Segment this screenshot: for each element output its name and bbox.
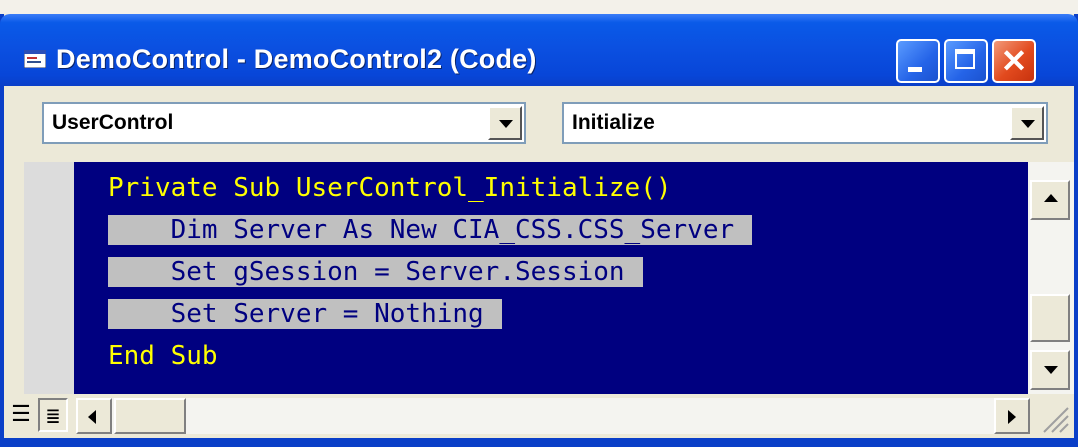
minimize-button[interactable] bbox=[896, 39, 940, 83]
procedure-combo[interactable]: Initialize bbox=[562, 102, 1048, 144]
procedure-view-icon: ☰ bbox=[11, 402, 31, 427]
code-line[interactable]: End Sub bbox=[108, 336, 218, 376]
vertical-scrollbar[interactable] bbox=[1028, 162, 1074, 394]
arrow-up-icon bbox=[1044, 194, 1058, 202]
maximize-icon bbox=[955, 49, 975, 69]
object-combo[interactable]: UserControl bbox=[42, 102, 526, 144]
bottom-bar: ☰ ≣ bbox=[4, 394, 1074, 438]
maximize-button[interactable] bbox=[944, 39, 988, 83]
procedure-view-button[interactable]: ☰ bbox=[6, 398, 36, 432]
arrow-left-icon bbox=[88, 410, 96, 424]
close-icon: ✕ bbox=[1000, 43, 1028, 79]
scroll-left-button[interactable] bbox=[76, 398, 112, 434]
top-strip bbox=[0, 0, 1078, 14]
full-module-view-button[interactable]: ≣ bbox=[38, 398, 68, 432]
vertical-scroll-thumb[interactable] bbox=[1030, 294, 1070, 342]
scroll-down-button[interactable] bbox=[1030, 350, 1070, 390]
arrow-down-icon bbox=[1044, 366, 1058, 374]
code-line[interactable]: Private Sub UserControl_Initialize() bbox=[108, 168, 672, 208]
selected-text: Set Server = Nothing bbox=[108, 299, 502, 329]
minimize-icon bbox=[908, 67, 922, 72]
object-combo-dropdown-button[interactable] bbox=[488, 106, 522, 140]
selected-text: Dim Server As New CIA_CSS.CSS_Server bbox=[108, 215, 753, 245]
scroll-up-button[interactable] bbox=[1030, 180, 1070, 220]
full-module-view-icon: ≣ bbox=[46, 404, 60, 429]
window-bottom-border bbox=[0, 438, 1078, 447]
chevron-down-icon bbox=[1021, 120, 1035, 128]
code-window-icon bbox=[24, 50, 46, 68]
title-bar[interactable]: DemoControl - DemoControl2 (Code) ✕ bbox=[0, 14, 1078, 86]
scroll-right-button[interactable] bbox=[994, 398, 1030, 434]
window-title: DemoControl - DemoControl2 (Code) bbox=[56, 44, 537, 74]
arrow-right-icon bbox=[1008, 410, 1016, 424]
selected-text: Set gSession = Server.Session bbox=[108, 257, 643, 287]
horizontal-scrollbar[interactable] bbox=[76, 398, 1030, 434]
chevron-down-icon bbox=[499, 120, 513, 128]
object-combo-value: UserControl bbox=[52, 111, 174, 134]
procedure-combo-dropdown-button[interactable] bbox=[1010, 106, 1044, 140]
code-line-selected[interactable]: Dim Server As New CIA_CSS.CSS_Server bbox=[108, 210, 753, 250]
code-line-selected[interactable]: Set gSession = Server.Session bbox=[108, 252, 643, 292]
horizontal-scroll-thumb[interactable] bbox=[114, 398, 186, 434]
close-button[interactable]: ✕ bbox=[992, 39, 1036, 83]
resize-grip-icon[interactable] bbox=[1034, 398, 1070, 434]
code-line-selected[interactable]: Set Server = Nothing bbox=[108, 294, 502, 334]
procedure-combo-value: Initialize bbox=[572, 111, 655, 134]
code-editor[interactable]: Private Sub UserControl_Initialize() Dim… bbox=[74, 162, 1028, 394]
margin-indicator-bar[interactable] bbox=[24, 162, 74, 394]
